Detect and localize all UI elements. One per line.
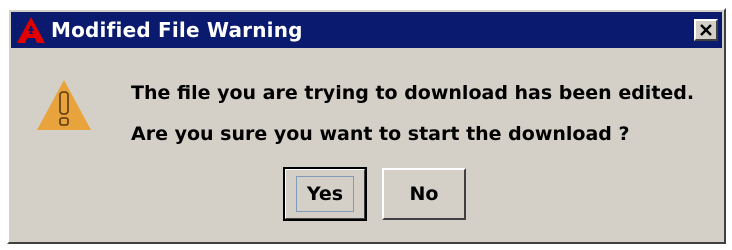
close-button[interactable]: [694, 19, 718, 41]
warning-icon: [35, 78, 93, 132]
no-button[interactable]: No: [382, 168, 466, 220]
app-logo-icon: [11, 12, 51, 48]
yes-button-label: Yes: [295, 176, 355, 212]
title-bar[interactable]: Modified File Warning: [11, 12, 722, 48]
close-icon: [700, 24, 712, 36]
message-line-1: The file you are trying to download has …: [131, 82, 695, 104]
message-line-2: Are you sure you want to start the downl…: [131, 123, 630, 145]
modified-file-warning-dialog: Modified File Warning The file you are t…: [7, 8, 726, 244]
yes-button[interactable]: Yes: [283, 167, 367, 221]
window-title: Modified File Warning: [51, 18, 303, 42]
